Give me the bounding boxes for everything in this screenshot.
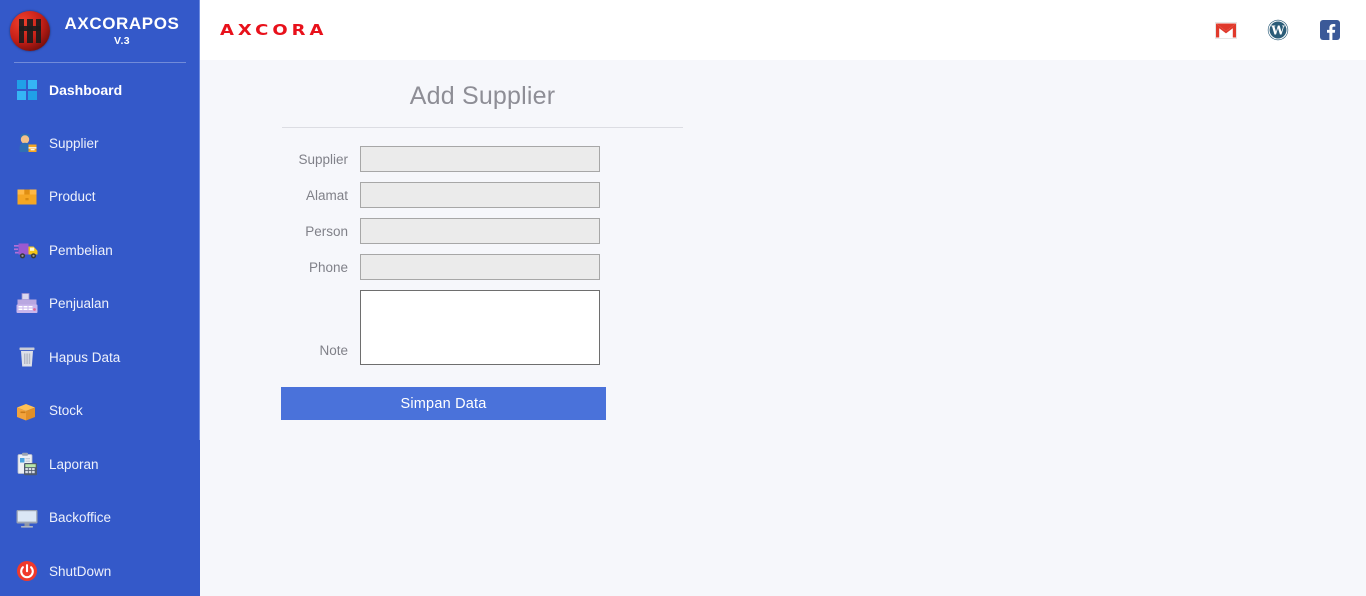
- sidebar-item-pembelian[interactable]: Pembelian: [0, 224, 200, 278]
- facebook-icon[interactable]: [1319, 19, 1341, 41]
- label-note: Note: [319, 343, 348, 358]
- axcora-wordmark: AXCORA: [220, 21, 328, 39]
- page-title: Add Supplier: [409, 82, 556, 110]
- sidebar-item-label: Supplier: [49, 135, 99, 151]
- axcora-circle-logo: [10, 11, 50, 51]
- alamat-input[interactable]: [360, 182, 600, 208]
- brand-header: AXCORAPOS V.3: [0, 0, 200, 62]
- sidebar-item-label: Stock: [49, 403, 83, 419]
- header-icon-group: W: [1215, 19, 1341, 41]
- box-icon: [14, 184, 40, 210]
- form-row-supplier: Supplier: [280, 146, 685, 172]
- app-name: AXCORAPOS: [64, 14, 180, 34]
- clipboard-icon: [14, 451, 40, 477]
- monitor-icon: [14, 505, 40, 531]
- sidebar-item-label: Product: [49, 189, 96, 205]
- label-phone: Phone: [308, 259, 348, 275]
- main-content: Add Supplier Supplier Alamat Person Phon…: [200, 60, 1366, 596]
- package-icon: [14, 398, 40, 424]
- note-textarea[interactable]: [360, 290, 600, 365]
- sidebar-item-label: Penjualan: [49, 296, 110, 312]
- sidebar-item-laporan[interactable]: Laporan: [0, 438, 200, 492]
- sidebar-item-label: ShutDown: [49, 563, 112, 579]
- add-supplier-form-panel: Add Supplier Supplier Alamat Person Phon…: [280, 60, 685, 420]
- sidebar-item-shutdown[interactable]: ShutDown: [0, 545, 200, 596]
- form-row-note: Note: [280, 290, 685, 365]
- power-icon: [14, 558, 40, 584]
- sidebar-item-product[interactable]: Product: [0, 170, 200, 224]
- supplier-input[interactable]: [360, 146, 600, 172]
- brand-divider: [14, 62, 186, 63]
- sidebar-item-label: Dashboard: [49, 81, 123, 98]
- delivery-truck-icon: [14, 237, 40, 263]
- sidebar-item-label: Laporan: [49, 456, 99, 472]
- sidebar-item-stock[interactable]: Stock: [0, 384, 200, 438]
- form-row-person: Person: [280, 218, 685, 244]
- form-row-phone: Phone: [280, 254, 685, 280]
- sidebar-item-label: Backoffice: [49, 510, 112, 526]
- sidebar-item-label: Pembelian: [49, 242, 113, 258]
- application-window: AXCORAPOS V.3 Dashboard Supplier Product…: [0, 0, 1366, 596]
- brand-text: AXCORAPOS V.3: [50, 15, 200, 47]
- title-divider: [282, 127, 683, 128]
- person-input[interactable]: [360, 218, 600, 244]
- label-alamat: Alamat: [305, 187, 348, 203]
- supplier-icon: [14, 130, 40, 156]
- cash-register-icon: [14, 291, 40, 317]
- simpan-data-button[interactable]: Simpan Data: [281, 387, 606, 420]
- form-row-alamat: Alamat: [280, 182, 685, 208]
- phone-input[interactable]: [360, 254, 600, 280]
- label-supplier: Supplier: [298, 151, 348, 167]
- windows-icon: [14, 77, 40, 103]
- svg-text:W: W: [1270, 24, 1285, 38]
- wordpress-icon[interactable]: W: [1267, 19, 1289, 41]
- sidebar: AXCORAPOS V.3 Dashboard Supplier Product…: [0, 0, 200, 596]
- submit-row: Simpan Data: [280, 387, 685, 420]
- sidebar-item-backoffice[interactable]: Backoffice: [0, 491, 200, 545]
- sidebar-item-hapus-data[interactable]: Hapus Data: [0, 331, 200, 385]
- app-version: V.3: [114, 34, 130, 47]
- trash-icon: [14, 344, 40, 370]
- sidebar-item-label: Hapus Data: [49, 349, 121, 365]
- gmail-icon[interactable]: [1215, 19, 1237, 41]
- label-person: Person: [305, 223, 348, 239]
- sidebar-item-penjualan[interactable]: Penjualan: [0, 277, 200, 331]
- sidebar-item-dashboard[interactable]: Dashboard: [0, 63, 200, 117]
- sidebar-nav: Dashboard Supplier Product Pembelian Pen…: [0, 63, 200, 596]
- top-header: AXCORA W: [200, 0, 1366, 74]
- sidebar-item-supplier[interactable]: Supplier: [0, 117, 200, 171]
